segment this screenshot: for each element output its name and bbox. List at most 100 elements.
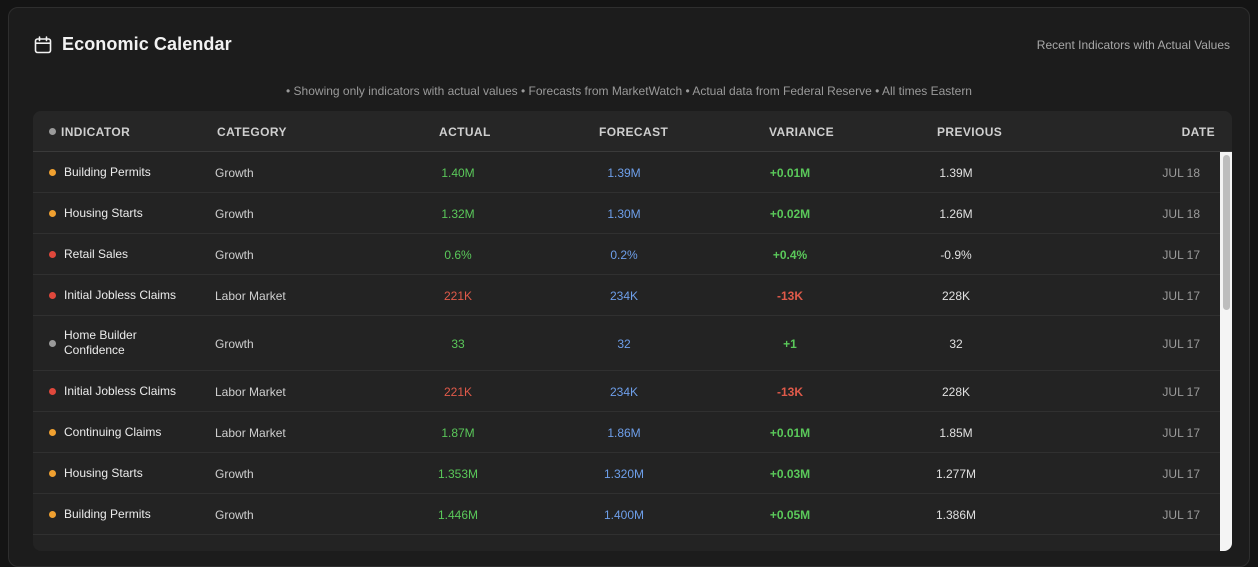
variance-value: +0.01M xyxy=(769,426,811,440)
indicator-name: Initial Jobless Claims xyxy=(64,288,177,302)
table-scrollbar[interactable] xyxy=(1220,152,1232,551)
forecast-value: 1.39M xyxy=(607,166,641,180)
category-cell: Growth xyxy=(215,207,254,221)
header-subtitle: Recent Indicators with Actual Values xyxy=(1036,38,1230,52)
table-row[interactable]: Housing Starts Growth 1.32M 1.30M +0.02M 1.26… xyxy=(33,193,1220,234)
indicator-cell: Retail Sales xyxy=(49,247,128,262)
table-row[interactable]: Continuing Claims Labor Market 1.87M 1.86M +… xyxy=(33,412,1220,453)
importance-dot-icon xyxy=(49,292,56,299)
indicator-name: Retail Sales xyxy=(64,247,129,261)
variance-value: +0.01M xyxy=(769,166,811,180)
forecast-value: 234K xyxy=(609,385,639,399)
actual-value: 221K xyxy=(443,289,473,303)
forecast-value: 0.2% xyxy=(610,248,638,262)
importance-dot-icon xyxy=(49,388,56,395)
actual-value: 1.353M xyxy=(437,467,479,481)
scrollbar-thumb[interactable] xyxy=(1223,155,1230,310)
indicator-name: Initial Jobless Claims xyxy=(64,384,177,398)
column-header-date[interactable]: DATE xyxy=(1182,125,1215,139)
column-header-forecast[interactable]: FORECAST xyxy=(599,125,668,139)
page-title: Economic Calendar xyxy=(62,34,232,54)
importance-dot-icon xyxy=(49,210,56,217)
category-cell: Labor Market xyxy=(215,289,286,303)
indicator-name: Building Permits xyxy=(64,507,151,521)
table-row[interactable]: Building Permits Growth 1.40M 1.39M +0.01M 1.… xyxy=(33,152,1220,193)
date-value: JUL 17 xyxy=(1162,467,1200,481)
forecast-value: 1.86M xyxy=(607,426,641,440)
importance-dot-icon xyxy=(49,429,56,436)
table-row[interactable]: Initial Jobless Claims Labor Market 221K 23… xyxy=(33,371,1220,412)
category-cell: Labor Market xyxy=(215,385,286,399)
importance-dot-icon xyxy=(49,251,56,258)
indicator-name: Housing Starts xyxy=(64,206,143,220)
category-cell: Growth xyxy=(215,337,254,351)
previous-value: 1.85M xyxy=(939,426,973,440)
table-row[interactable]: Initial Jobless Claims Labor Market 221K 23… xyxy=(33,275,1220,316)
column-header-previous[interactable]: PREVIOUS xyxy=(937,125,1002,139)
importance-dot-icon xyxy=(49,511,56,518)
importance-dot-icon xyxy=(49,339,56,347)
variance-value: -13K xyxy=(776,385,803,399)
forecast-value: 234K xyxy=(609,289,639,303)
actual-value: 1.87M xyxy=(441,426,475,440)
forecast-value: 1.400M xyxy=(603,508,645,522)
indicator-cell: Housing Starts xyxy=(49,466,143,481)
date-value: JUL 17 xyxy=(1162,337,1200,351)
table-row[interactable]: Housing Starts Growth 1.353M 1.320M +0.03M 1.… xyxy=(33,453,1220,494)
panel-header: Economic Calendar xyxy=(34,34,232,55)
previous-value: 1.26M xyxy=(939,207,973,221)
table-row[interactable]: Building Permits Growth 1.446M 1.400M +0.05M… xyxy=(33,494,1220,535)
forecast-value: 1.320M xyxy=(603,467,645,481)
previous-value: 1.277M xyxy=(935,467,977,481)
table-row[interactable]: Home Builder Confidence Growth 33 32 +1 32 JUL… xyxy=(33,316,1220,371)
actual-value: 0.6% xyxy=(444,248,472,262)
forecast-value: 1.30M xyxy=(607,207,641,221)
variance-value: +1 xyxy=(783,337,797,351)
category-cell: Growth xyxy=(215,467,254,481)
category-cell: Growth xyxy=(215,166,254,180)
calendar-icon xyxy=(34,35,52,54)
date-value: JUL 17 xyxy=(1162,248,1200,262)
importance-dot-icon xyxy=(49,169,56,176)
column-header-category[interactable]: CATEGORY xyxy=(217,125,287,139)
indicator-name: Building Permits xyxy=(64,165,151,179)
actual-value: 1.32M xyxy=(441,207,475,221)
header-dot-icon xyxy=(49,128,56,135)
economic-calendar-panel: Economic Calendar Recent Indicators with… xyxy=(8,7,1250,567)
previous-value: 1.39M xyxy=(939,166,973,180)
category-cell: Growth xyxy=(215,248,254,262)
variance-value: +0.05M xyxy=(769,508,811,522)
previous-value: -0.9% xyxy=(940,248,972,262)
date-value: JUL 18 xyxy=(1162,166,1200,180)
column-header-indicator-label: INDICATOR xyxy=(61,125,131,139)
indicator-cell: Building Permits xyxy=(49,507,151,522)
actual-value: 1.446M xyxy=(437,508,479,522)
actual-value: 33 xyxy=(451,337,465,351)
indicator-cell: Building Permits xyxy=(49,165,151,180)
column-header-indicator[interactable]: INDICATOR xyxy=(49,125,130,139)
date-value: JUL 18 xyxy=(1162,207,1200,221)
indicator-cell: Initial Jobless Claims xyxy=(49,288,176,303)
indicator-cell: Initial Jobless Claims xyxy=(49,384,176,399)
previous-value: 228K xyxy=(941,385,971,399)
actual-value: 221K xyxy=(443,385,473,399)
variance-value: +0.4% xyxy=(772,248,808,262)
indicator-cell: Continuing Claims xyxy=(49,425,161,440)
importance-dot-icon xyxy=(49,470,56,477)
category-cell: Growth xyxy=(215,508,254,522)
indicator-name: Home Builder Confidence xyxy=(64,328,137,357)
table-row[interactable]: Retail Sales Growth 0.6% 0.2% +0.4% -0.9% JUL … xyxy=(33,234,1220,275)
actual-value: 1.40M xyxy=(441,166,475,180)
data-source-note: • Showing only indicators with actual va… xyxy=(286,84,972,98)
date-value: JUL 17 xyxy=(1162,289,1200,303)
column-header-actual[interactable]: ACTUAL xyxy=(439,125,491,139)
category-cell: Labor Market xyxy=(215,426,286,440)
indicator-name: Housing Starts xyxy=(64,466,143,480)
indicator-cell: Home Builder Confidence xyxy=(49,328,154,358)
date-value: JUL 17 xyxy=(1162,385,1200,399)
variance-value: -13K xyxy=(776,289,803,303)
column-header-variance[interactable]: VARIANCE xyxy=(769,125,834,139)
indicator-cell: Housing Starts xyxy=(49,206,143,221)
previous-value: 1.386M xyxy=(935,508,977,522)
table-body: Building Permits Growth 1.40M 1.39M +0.01M 1.… xyxy=(33,152,1220,535)
